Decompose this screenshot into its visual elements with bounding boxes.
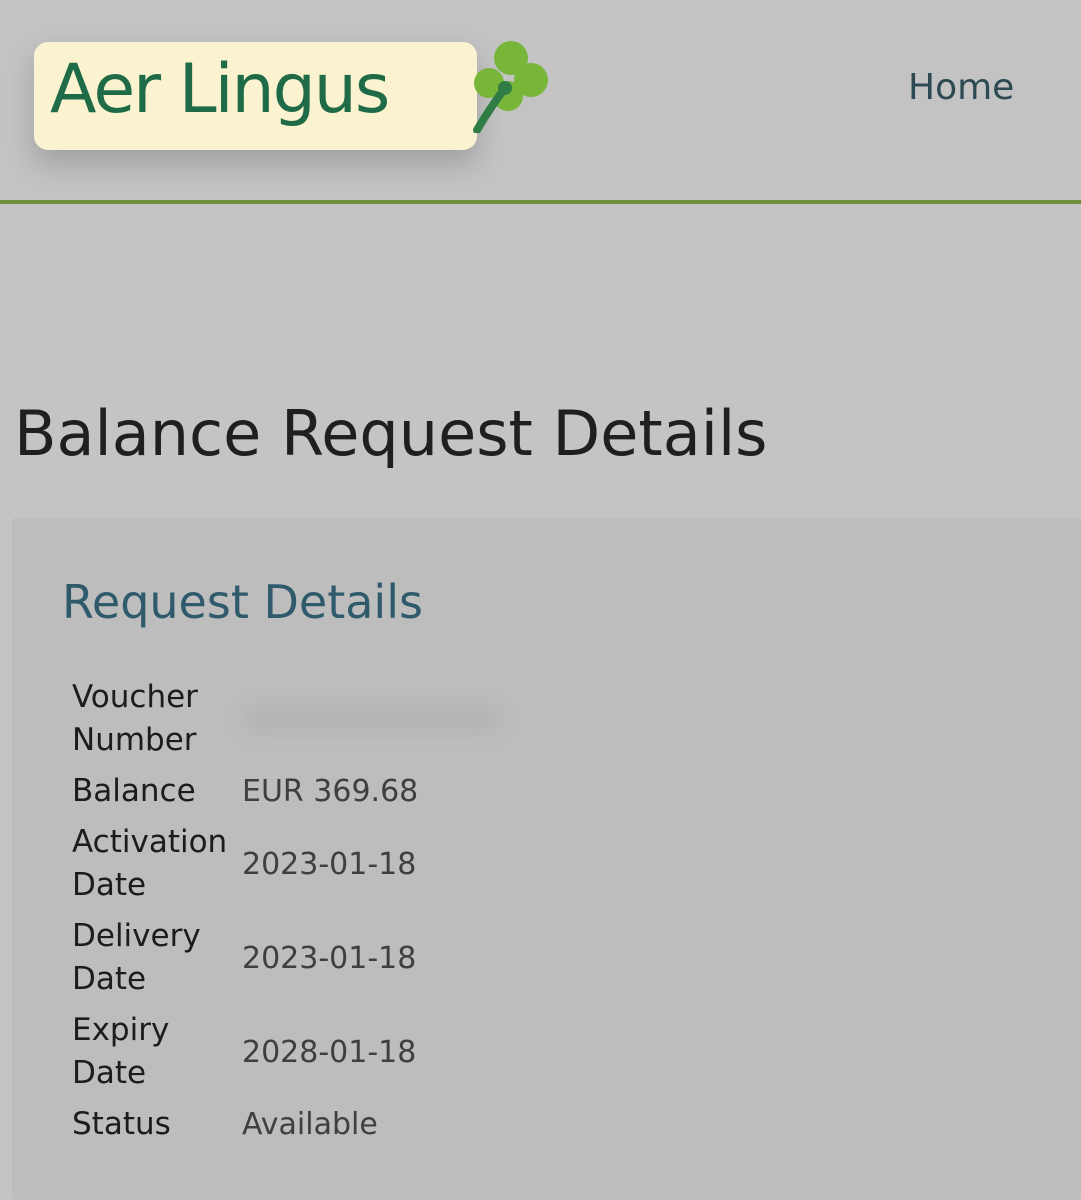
status-value: Available — [242, 1107, 378, 1142]
delivery-date-label: Delivery Date — [72, 918, 201, 997]
header-divider — [0, 200, 1081, 204]
voucher-number-label: Voucher Number — [72, 679, 198, 758]
balance-value: EUR 369.68 — [242, 774, 419, 809]
voucher-number-redacted — [242, 704, 502, 734]
details-table: Voucher Number Balance EUR 369.68 Activa… — [72, 676, 592, 1154]
logo-text: Aer Lingus — [50, 50, 390, 129]
voucher-number-value — [242, 704, 502, 734]
status-row: Status Available — [72, 1103, 592, 1146]
voucher-number-row: Voucher Number — [72, 676, 592, 762]
activation-date-row: Activation Date 2023-01-18 — [72, 821, 592, 907]
expiry-date-value: 2028-01-18 — [242, 1034, 417, 1070]
card-title: Request Details — [62, 575, 423, 629]
delivery-date-row: Delivery Date 2023-01-18 — [72, 915, 592, 1001]
expiry-date-row: Expiry Date 2028-01-18 — [72, 1009, 592, 1095]
activation-date-label: Activation Date — [72, 824, 228, 903]
status-label: Status — [72, 1106, 171, 1142]
shamrock-icon — [473, 41, 548, 133]
expiry-date-label: Expiry Date — [72, 1012, 170, 1091]
page-title: Balance Request Details — [14, 397, 768, 470]
balance-label: Balance — [72, 773, 196, 809]
nav-home-link[interactable]: Home — [908, 66, 1014, 110]
activation-date-value: 2023-01-18 — [242, 846, 417, 882]
balance-row: Balance EUR 369.68 — [72, 770, 592, 813]
delivery-date-value: 2023-01-18 — [242, 940, 417, 976]
